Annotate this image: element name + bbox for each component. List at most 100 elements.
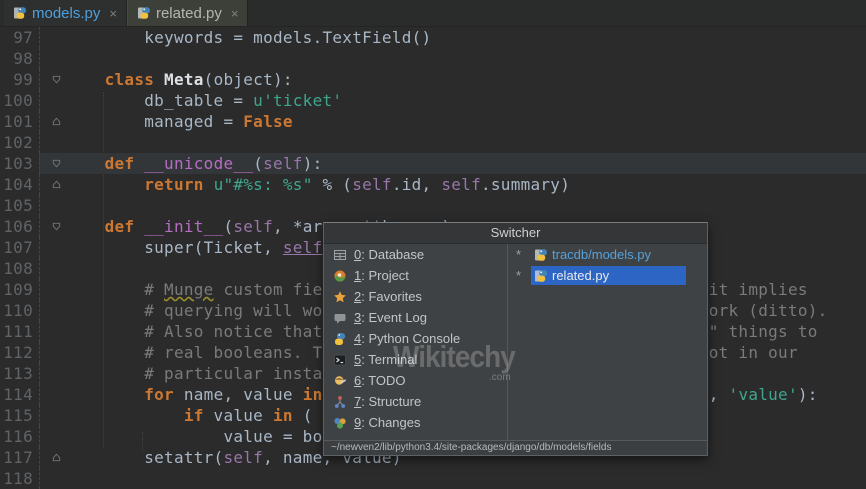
code-text[interactable] (65, 468, 866, 489)
python-file-icon (534, 269, 548, 283)
line-number[interactable]: 100 (0, 90, 33, 111)
close-icon[interactable]: × (109, 7, 117, 20)
file-label: tracdb/models.py (552, 247, 651, 262)
tool-window-label: 1: Project (354, 268, 409, 283)
fold-gutter (39, 426, 65, 447)
line-number[interactable]: 99 (0, 69, 33, 90)
file-item[interactable]: tracdb/models.py (531, 245, 686, 264)
fold-up-icon[interactable] (39, 111, 65, 132)
code-text[interactable]: db_table = u'ticket' (65, 90, 866, 111)
fold-gutter (39, 300, 65, 321)
ide-window: models.py × related.py × 97 keywords = m… (0, 0, 866, 489)
tool-window-label: 0: Database (354, 247, 424, 262)
code-line-103[interactable]: 103 def __unicode__(self): (0, 153, 866, 174)
fold-up-icon[interactable] (39, 174, 65, 195)
tab-label: related.py (156, 5, 222, 22)
line-number[interactable]: 109 (0, 279, 33, 300)
line-number[interactable]: 98 (0, 48, 33, 69)
line-number[interactable]: 101 (0, 111, 33, 132)
switcher-tool-favorites[interactable]: 2: Favorites (324, 286, 507, 307)
switcher-tool-changes[interactable]: 9: Changes (324, 412, 507, 433)
tool-window-label: 6: TODO (354, 373, 406, 388)
line-number[interactable]: 105 (0, 195, 33, 216)
code-line-102[interactable]: 102 (0, 132, 866, 153)
code-line-105[interactable]: 105 (0, 195, 866, 216)
code-text[interactable]: class Meta(object): (65, 69, 866, 90)
fold-down-icon[interactable] (39, 216, 65, 237)
structure-icon (333, 394, 348, 409)
switcher-path-bar: ~/newven2/lib/python3.4/site-packages/dj… (324, 440, 707, 455)
fold-gutter (39, 132, 65, 153)
fold-up-icon[interactable] (39, 447, 65, 468)
terminal-icon (333, 352, 348, 367)
line-number[interactable]: 115 (0, 405, 33, 426)
line-number[interactable]: 113 (0, 363, 33, 384)
code-line-97[interactable]: 97 keywords = models.TextField() (0, 27, 866, 48)
code-line-104[interactable]: 104 return u"#%s: %s" % (self.id, self.s… (0, 174, 866, 195)
python-file-icon (13, 6, 27, 20)
fold-gutter (39, 27, 65, 48)
line-number[interactable]: 97 (0, 27, 33, 48)
tab-label: models.py (32, 5, 100, 22)
fold-gutter (39, 363, 65, 384)
code-line-118[interactable]: 118 (0, 468, 866, 489)
code-line-101[interactable]: 101 managed = False (0, 111, 866, 132)
switcher-tool-project[interactable]: 1: Project (324, 265, 507, 286)
switcher-tool-database[interactable]: 0: Database (324, 244, 507, 265)
line-number[interactable]: 114 (0, 384, 33, 405)
code-text[interactable]: keywords = models.TextField() (65, 27, 866, 48)
line-number[interactable]: 111 (0, 321, 33, 342)
file-label: related.py (552, 268, 609, 283)
fold-gutter (39, 90, 65, 111)
modified-marker: * (516, 268, 531, 283)
code-text[interactable] (65, 132, 866, 153)
code-text[interactable]: return u"#%s: %s" % (self.id, self.summa… (65, 174, 866, 195)
tool-window-label: 3: Event Log (354, 310, 427, 325)
tab-related-py[interactable]: related.py × (127, 0, 248, 26)
fold-down-icon[interactable] (39, 153, 65, 174)
code-line-98[interactable]: 98 (0, 48, 866, 69)
modified-marker: * (516, 247, 531, 262)
line-number[interactable]: 116 (0, 426, 33, 447)
event-log-icon (333, 310, 348, 325)
code-text[interactable]: managed = False (65, 111, 866, 132)
line-number[interactable]: 104 (0, 174, 33, 195)
line-number[interactable]: 117 (0, 447, 33, 468)
line-number[interactable]: 112 (0, 342, 33, 363)
fold-gutter (39, 342, 65, 363)
todo-icon (333, 373, 348, 388)
code-line-99[interactable]: 99 class Meta(object): (0, 69, 866, 90)
tab-models-py[interactable]: models.py × (4, 0, 127, 26)
fold-gutter (39, 321, 65, 342)
fold-down-icon[interactable] (39, 69, 65, 90)
code-text[interactable]: def __unicode__(self): (65, 153, 866, 174)
code-text[interactable] (65, 48, 866, 69)
fold-gutter (39, 48, 65, 69)
line-number[interactable]: 102 (0, 132, 33, 153)
line-number[interactable]: 107 (0, 237, 33, 258)
python-file-icon (534, 248, 548, 262)
selected-file-item[interactable]: related.py (531, 266, 686, 285)
python-console-icon (333, 331, 348, 346)
switcher-tool-structure[interactable]: 7: Structure (324, 391, 507, 412)
line-number[interactable]: 110 (0, 300, 33, 321)
fold-gutter (39, 258, 65, 279)
line-number[interactable]: 103 (0, 153, 33, 174)
editor-tab-bar: models.py × related.py × (0, 0, 866, 27)
fold-gutter (39, 237, 65, 258)
line-number[interactable]: 106 (0, 216, 33, 237)
switcher-body: 0: Database 1: Project 2: Favorites 3: Even… (324, 244, 707, 440)
watermark: Wikitechy (393, 339, 515, 375)
python-file-icon (137, 6, 151, 20)
code-text[interactable] (65, 195, 866, 216)
fold-gutter (39, 384, 65, 405)
switcher-file-tracdb-models-py[interactable]: * tracdb/models.py (508, 244, 707, 265)
switcher-file-related-py[interactable]: * related.py (508, 265, 707, 286)
favorites-star-icon (333, 289, 348, 304)
line-number[interactable]: 108 (0, 258, 33, 279)
tool-window-label: 2: Favorites (354, 289, 422, 304)
code-line-100[interactable]: 100 db_table = u'ticket' (0, 90, 866, 111)
switcher-tool-event-log[interactable]: 3: Event Log (324, 307, 507, 328)
line-number[interactable]: 118 (0, 468, 33, 489)
close-icon[interactable]: × (231, 7, 239, 20)
